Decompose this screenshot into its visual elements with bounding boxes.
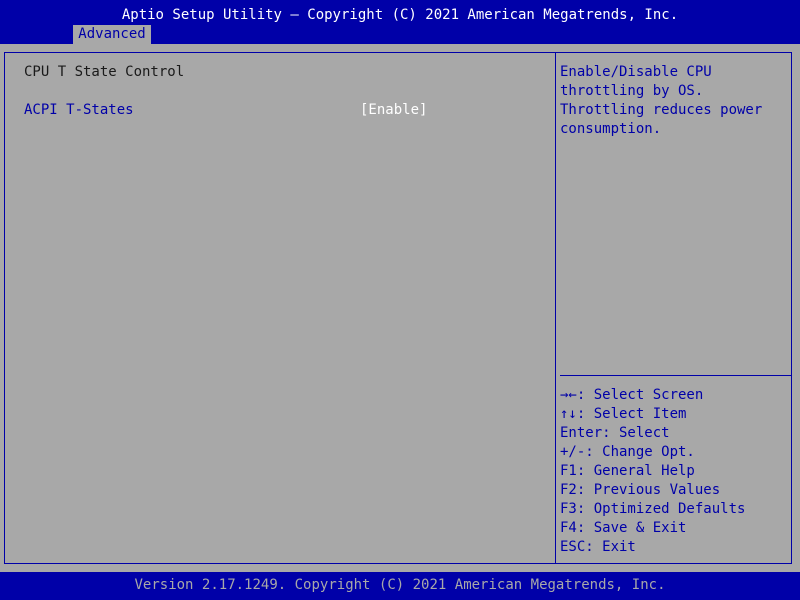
- bios-setup-screen: Aptio Setup Utility – Copyright (C) 2021…: [0, 0, 800, 600]
- key-hint-optimized-defaults: F3: Optimized Defaults: [560, 501, 746, 517]
- help-panel-divider: [555, 52, 556, 564]
- setting-row-acpi-t-states[interactable]: ACPI T-States [Enable]: [20, 101, 440, 120]
- key-hint-enter-select: Enter: Select: [560, 425, 670, 441]
- key-hint-select-item: ↑↓: Select Item: [560, 406, 687, 422]
- key-hint-general-help: F1: General Help: [560, 463, 695, 479]
- setting-value[interactable]: [Enable]: [360, 101, 427, 120]
- key-hint-select-screen: →←: Select Screen: [560, 387, 704, 403]
- help-keys-divider: [560, 375, 792, 376]
- key-hint-save-exit: F4: Save & Exit: [560, 520, 687, 536]
- section-title: CPU T State Control: [24, 64, 185, 80]
- key-hint-previous-values: F2: Previous Values: [560, 482, 721, 498]
- version-info: Version 2.17.1249. Copyright (C) 2021 Am…: [134, 577, 666, 593]
- setting-label: ACPI T-States: [24, 102, 134, 118]
- footer-bar: Version 2.17.1249. Copyright (C) 2021 Am…: [0, 572, 800, 600]
- key-hint-change-opt: +/-: Change Opt.: [560, 444, 695, 460]
- main-panel: CPU T State Control ACPI T-States [Enabl…: [0, 44, 800, 572]
- app-title: Aptio Setup Utility – Copyright (C) 2021…: [121, 7, 679, 23]
- tab-advanced[interactable]: Advanced: [73, 25, 151, 44]
- key-legend: →←: Select Screen ↑↓: Select Item Enter:…: [560, 386, 790, 557]
- title-bar: Aptio Setup Utility – Copyright (C) 2021…: [0, 0, 800, 44]
- key-hint-esc-exit: ESC: Exit: [560, 539, 636, 555]
- help-description: Enable/Disable CPU throttling by OS. Thr…: [560, 64, 763, 137]
